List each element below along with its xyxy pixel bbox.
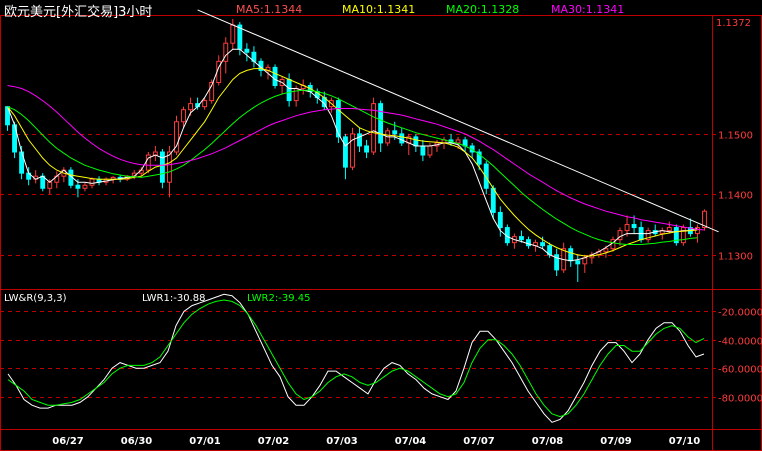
date-label: 06/27 bbox=[52, 436, 84, 447]
lwr1-label: LWR1:-30.88 bbox=[142, 293, 206, 304]
trendline bbox=[197, 9, 719, 233]
candle-up bbox=[202, 100, 208, 108]
candle-up bbox=[666, 227, 672, 232]
ma10-label: MA10:1.1341 bbox=[342, 3, 416, 16]
price-chart[interactable]: 1.1500 1.1400 1.1300 -20.0000 -40.0000 -60.00… bbox=[0, 0, 762, 451]
last-price-tag: 1.1372 bbox=[716, 18, 751, 29]
ma30-label: MA30:1.1341 bbox=[551, 3, 625, 16]
date-label: 07/07 bbox=[463, 436, 495, 447]
indicator-tick-label: -40.0000 bbox=[718, 337, 762, 348]
candle-down bbox=[378, 103, 384, 144]
candle-down bbox=[343, 136, 348, 168]
candle-up bbox=[427, 145, 433, 156]
y-axis-ticks: 1.1500 1.1400 1.1300 -20.0000 -40.0000 -60.00… bbox=[712, 131, 762, 405]
candle-up bbox=[230, 24, 236, 44]
price-tick-label: 1.1400 bbox=[718, 191, 753, 202]
candle-down bbox=[272, 66, 278, 87]
candle-up bbox=[582, 257, 588, 265]
candle-down bbox=[568, 248, 574, 262]
chart-title: 欧元美元[外汇交易]3小时 bbox=[4, 5, 153, 20]
date-label: 07/01 bbox=[189, 436, 221, 447]
candle-down bbox=[75, 184, 81, 189]
indicator-line-lwr1 bbox=[7, 293, 705, 423]
candle-down bbox=[364, 145, 369, 153]
candle-down bbox=[526, 239, 531, 247]
candle-up bbox=[89, 178, 95, 186]
candle-up bbox=[188, 103, 193, 111]
date-label: 07/10 bbox=[669, 436, 701, 447]
candle-up bbox=[624, 224, 630, 232]
lwr2-label: LWR2:-39.45 bbox=[247, 293, 311, 304]
candle-up bbox=[47, 181, 53, 189]
candle-down bbox=[575, 260, 581, 265]
indicator-gridlines bbox=[0, 311, 712, 398]
candle-up bbox=[603, 248, 609, 253]
candle-up bbox=[181, 109, 186, 123]
date-label: 07/02 bbox=[258, 436, 290, 447]
date-label: 07/09 bbox=[600, 436, 632, 447]
candle-up bbox=[167, 151, 172, 183]
indicator-tick-label: -60.0000 bbox=[718, 365, 762, 376]
trendline-layer bbox=[197, 9, 719, 233]
indicator-lines bbox=[7, 293, 705, 423]
candle-down bbox=[631, 224, 637, 229]
candle-down bbox=[420, 145, 426, 156]
date-label: 07/08 bbox=[532, 436, 564, 447]
candle-down bbox=[519, 236, 524, 241]
candle-down bbox=[540, 242, 545, 247]
date-label: 07/03 bbox=[326, 436, 358, 447]
price-tick-label: 1.1500 bbox=[718, 131, 753, 142]
candle-down bbox=[392, 130, 398, 135]
candle-up bbox=[293, 88, 299, 102]
candle-down bbox=[357, 133, 362, 147]
candle-up bbox=[82, 184, 88, 189]
x-axis-labels: 06/27 06/30 07/01 07/02 07/03 07/04 07/07 07/08… bbox=[52, 436, 700, 447]
ma-line-ma30 bbox=[7, 85, 705, 231]
candle-down bbox=[413, 136, 419, 147]
date-label: 06/30 bbox=[121, 436, 153, 447]
candle-down bbox=[399, 133, 405, 144]
ma5-label: MA5:1.1344 bbox=[236, 3, 303, 16]
indicator-tick-label: -20.0000 bbox=[718, 308, 762, 319]
candle-up bbox=[680, 227, 686, 244]
date-label: 07/04 bbox=[395, 436, 427, 447]
candle-down bbox=[244, 48, 250, 53]
ma20-label: MA20:1.1328 bbox=[446, 3, 520, 16]
candle-down bbox=[497, 211, 503, 229]
indicator-line-lwr2 bbox=[7, 299, 705, 418]
candle-down bbox=[159, 151, 165, 183]
indicator-name: LW&R(9,3,3) bbox=[4, 293, 67, 304]
moving-average-lines bbox=[7, 48, 705, 262]
price-tick-label: 1.1300 bbox=[718, 252, 753, 263]
candle-down bbox=[286, 78, 292, 102]
candlestick-series bbox=[5, 19, 707, 282]
indicator-tick-label: -80.0000 bbox=[718, 394, 762, 405]
candle-down bbox=[490, 187, 496, 213]
candle-up bbox=[455, 139, 461, 144]
